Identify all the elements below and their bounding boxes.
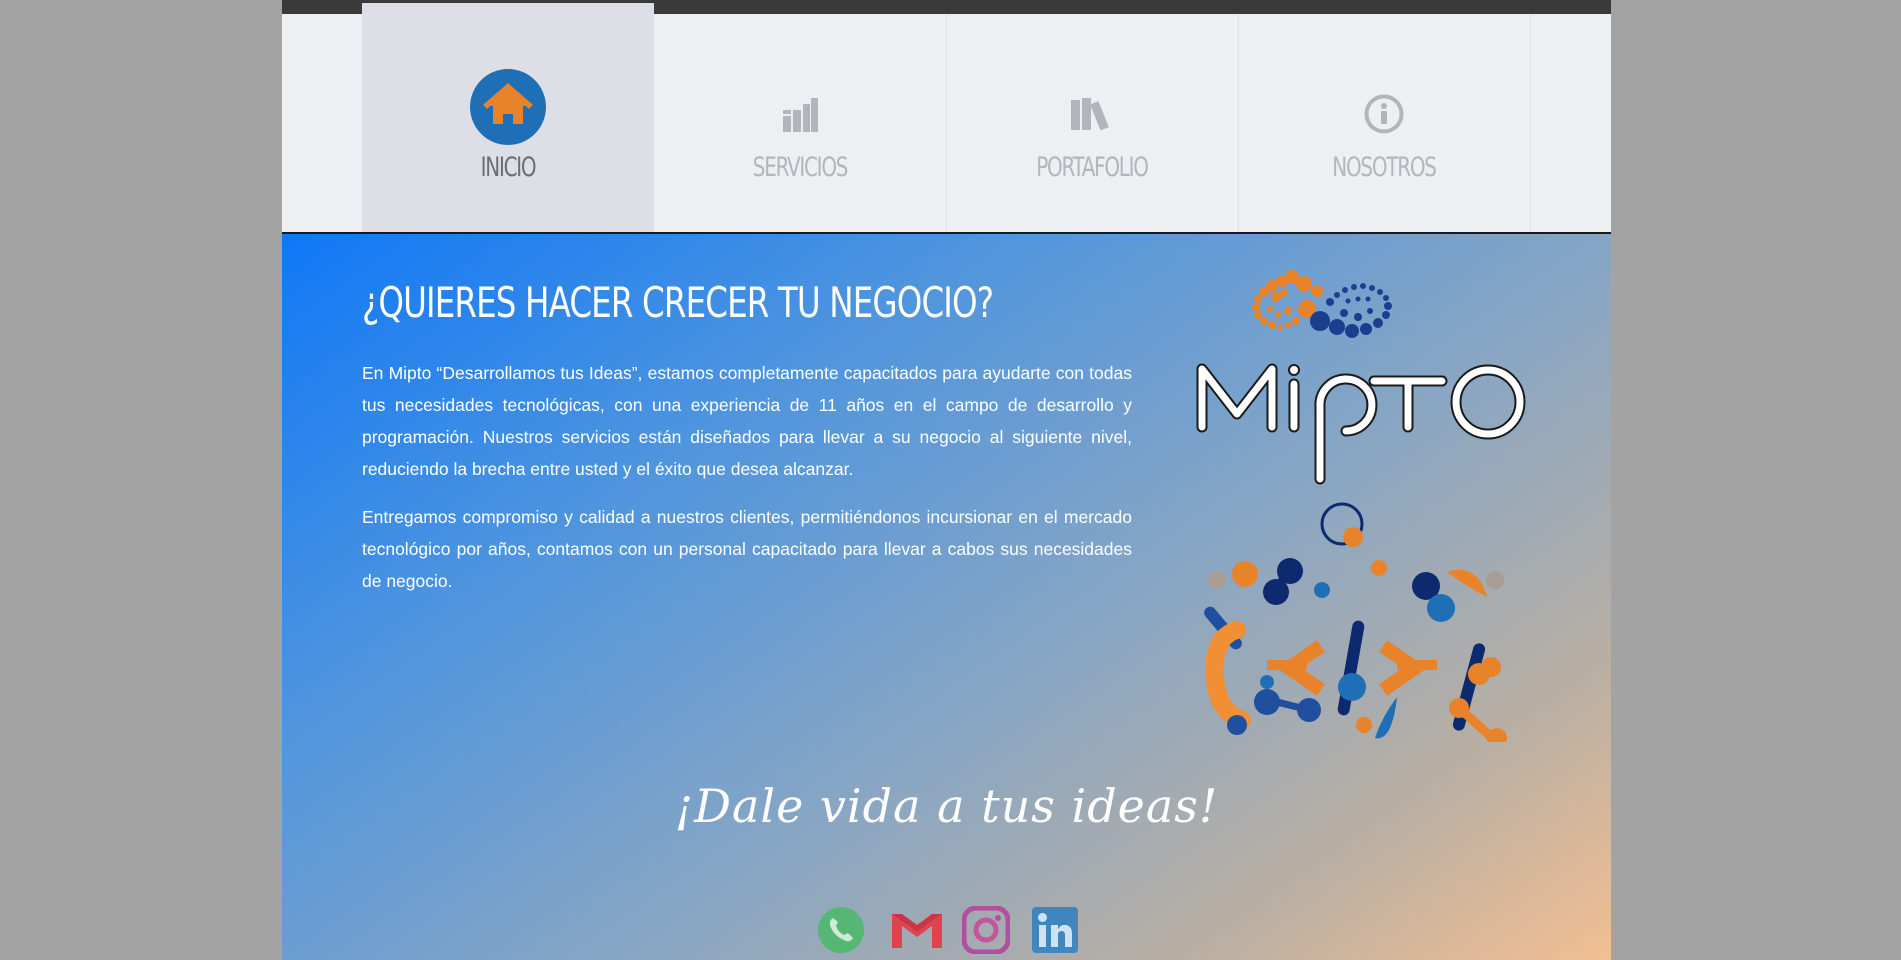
mipto-logo <box>1192 269 1532 499</box>
hero-section: ¿QUIERES HACER CRECER TU NEGOCIO? En Mip… <box>282 234 1611 960</box>
nav-label: PORTAFOLIO <box>1036 152 1149 183</box>
whatsapp-icon <box>818 907 864 953</box>
linkedin-icon <box>1032 907 1078 953</box>
nav-label: INICIO <box>480 152 537 183</box>
nav-item-nosotros[interactable]: NOSOTROS <box>1238 14 1531 232</box>
whatsapp-link[interactable] <box>817 906 865 954</box>
hero-title: ¿QUIERES HACER CRECER TU NEGOCIO? <box>362 278 994 327</box>
gmail-link[interactable] <box>889 906 942 954</box>
home-icon <box>470 69 546 150</box>
site-frame: INICIO SERVICIOS PORTAFOLIO NOSOTROS ¿QU… <box>282 0 1611 960</box>
intro-paragraph: En Mipto “Desarrollamos tus Ideas”, esta… <box>362 363 1132 479</box>
nav-item-portafolio[interactable]: PORTAFOLIO <box>946 14 1239 232</box>
nav-item-servicios[interactable]: SERVICIOS <box>654 14 947 232</box>
linkedin-link[interactable] <box>1031 906 1079 954</box>
nav-label: NOSOTROS <box>1332 152 1437 183</box>
books-icon <box>1071 98 1113 135</box>
commitment-paragraph: Entregamos compromiso y calidad a nuestr… <box>362 507 1132 591</box>
nav-item-inicio[interactable]: INICIO <box>362 3 654 232</box>
bar-chart-icon <box>782 98 818 137</box>
gmail-icon <box>892 914 942 948</box>
instagram-link[interactable] <box>961 905 1011 955</box>
code-illustration <box>1197 502 1507 748</box>
nav-label: SERVICIOS <box>752 152 849 183</box>
instagram-icon <box>961 905 1011 955</box>
main-nav: INICIO SERVICIOS PORTAFOLIO NOSOTROS <box>282 3 1611 234</box>
info-icon <box>1364 94 1404 139</box>
slogan: ¡Dale vida a tus ideas! <box>674 779 1219 833</box>
